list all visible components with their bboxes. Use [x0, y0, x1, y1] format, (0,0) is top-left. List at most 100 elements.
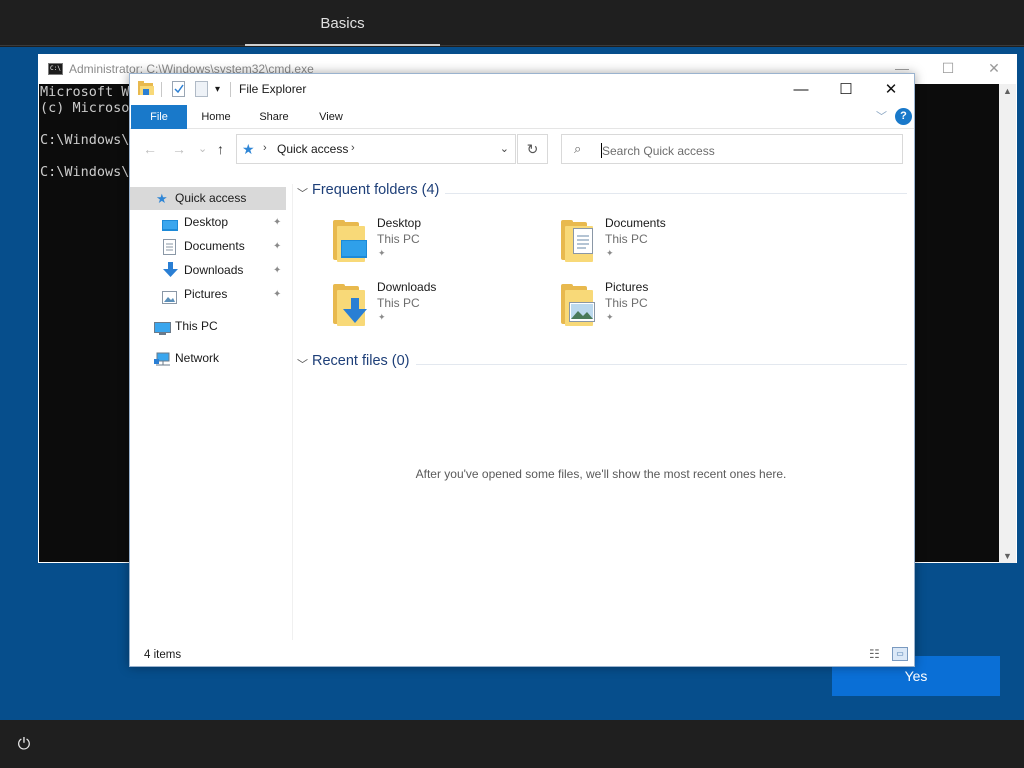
recent-files-header[interactable]: ﹀ Recent files (0): [295, 353, 907, 375]
expand-ribbon-icon[interactable]: ﹀: [876, 108, 887, 124]
explorer-title: File Explorer: [239, 82, 307, 96]
folder-tile-documents[interactable]: Documents This PC ✦: [559, 216, 779, 274]
maximize-button[interactable]: ☐: [823, 74, 869, 105]
folder-icon: [331, 220, 367, 265]
search-icon: ⌕: [574, 141, 582, 156]
refresh-button[interactable]: ↻: [517, 134, 548, 164]
downloads-badge-icon: [343, 298, 367, 329]
sidebar-item-documents[interactable]: Documents ✦: [130, 235, 286, 258]
pictures-icon: [162, 288, 177, 311]
minimize-button[interactable]: —: [778, 74, 824, 105]
cmd-close-button[interactable]: ✕: [971, 55, 1017, 84]
folder-location: This PC: [377, 296, 420, 310]
this-pc-icon: [154, 320, 171, 343]
content-pane: ﹀ Frequent folders (4) Desktop This PC ✦…: [295, 178, 911, 638]
pin-icon: ✦: [606, 248, 614, 258]
folder-tile-pictures[interactable]: Pictures This PC ✦: [559, 280, 779, 338]
sidebar-item-network[interactable]: Network: [130, 347, 286, 370]
sidebar-item-desktop[interactable]: Desktop ✦: [130, 211, 286, 234]
cmd-maximize-button[interactable]: ☐: [925, 55, 971, 84]
search-input[interactable]: ⌕ Search Quick access: [561, 134, 903, 164]
pane-divider[interactable]: [292, 184, 293, 640]
recent-locations-icon[interactable]: ⌄: [198, 142, 207, 155]
oobe-footer: [0, 720, 1024, 768]
group-title: Recent files (0): [312, 353, 410, 369]
desktop-badge-icon: [341, 240, 367, 265]
scroll-up-icon[interactable]: ▲: [999, 86, 1016, 96]
explorer-titlebar[interactable]: ▾ File Explorer — ☐ ✕: [130, 74, 914, 105]
chevron-down-icon[interactable]: ﹀: [297, 356, 308, 372]
pin-icon: ✦: [378, 312, 386, 322]
power-icon[interactable]: ⏻: [14, 735, 34, 755]
oobe-header: Basics: [0, 0, 1024, 46]
folder-tile-desktop[interactable]: Desktop This PC ✦: [331, 216, 551, 274]
pin-icon: ✦: [606, 312, 614, 322]
tab-home[interactable]: Home: [190, 105, 242, 129]
tab-basics[interactable]: Basics: [245, 0, 440, 46]
chevron-right-icon[interactable]: ›: [351, 142, 355, 154]
sidebar-item-pictures[interactable]: Pictures ✦: [130, 283, 286, 306]
chevron-down-icon[interactable]: ﹀: [297, 185, 308, 201]
sidebar-item-label: This PC: [175, 319, 218, 333]
help-icon[interactable]: ?: [895, 108, 912, 125]
cmd-icon: C:\: [48, 63, 63, 75]
quick-access-icon: ★: [242, 141, 255, 157]
navigation-pane: ★ Quick access Desktop ✦ Documents ✦ Dow…: [130, 184, 288, 644]
folder-name: Pictures: [605, 280, 649, 294]
pin-icon[interactable]: ✦: [273, 259, 281, 282]
divider: [230, 82, 231, 97]
group-divider: [445, 193, 907, 194]
details-view-icon[interactable]: ☷: [869, 647, 880, 661]
pin-icon[interactable]: ✦: [273, 211, 281, 234]
group-divider: [416, 364, 907, 365]
new-folder-icon[interactable]: [195, 81, 209, 98]
address-bar[interactable]: ★ › Quick access › ⌄: [236, 134, 516, 164]
search-placeholder: Search Quick access: [602, 144, 715, 158]
folder-icon: [559, 220, 593, 262]
sidebar-item-label: Pictures: [184, 287, 228, 301]
pin-icon[interactable]: ✦: [273, 235, 281, 258]
pin-icon: ✦: [378, 248, 386, 258]
customize-toolbar-icon[interactable]: ▾: [215, 81, 220, 98]
sidebar-item-quick-access[interactable]: ★ Quick access: [130, 187, 286, 210]
tab-view[interactable]: View: [305, 105, 357, 129]
folder-icon: [138, 81, 154, 98]
properties-icon[interactable]: [172, 81, 186, 98]
divider: [161, 82, 162, 97]
sidebar-item-this-pc[interactable]: This PC: [130, 315, 286, 338]
sidebar-item-label: Downloads: [184, 263, 244, 277]
forward-icon[interactable]: →: [172, 141, 186, 157]
breadcrumb[interactable]: Quick access: [277, 142, 348, 156]
file-explorer-window[interactable]: ▾ File Explorer — ☐ ✕ File Home Share Vi…: [129, 73, 915, 667]
scroll-down-icon[interactable]: ▼: [999, 551, 1016, 561]
folder-tile-downloads[interactable]: Downloads This PC ✦: [331, 280, 551, 338]
navigation-bar: ← → ⌄ ↑ ★ › Quick access › ⌄ ↻ ⌕ Search …: [130, 129, 914, 169]
network-icon: [154, 351, 171, 374]
sidebar-item-label: Network: [175, 351, 220, 365]
close-button[interactable]: ✕: [868, 74, 914, 105]
sidebar-item-downloads[interactable]: Downloads ✦: [130, 259, 286, 282]
large-icons-view-icon[interactable]: ▭: [892, 647, 908, 661]
chevron-right-icon[interactable]: ›: [263, 142, 267, 154]
documents-badge-icon: [573, 228, 593, 259]
empty-state-message: After you've opened some files, we'll sh…: [415, 467, 787, 481]
folder-location: This PC: [605, 296, 648, 310]
folder-name: Downloads: [377, 280, 437, 294]
folder-location: This PC: [377, 232, 420, 246]
cmd-scrollbar[interactable]: ▲ ▼: [999, 84, 1016, 563]
item-count: 4 items: [144, 649, 182, 661]
frequent-folders-header[interactable]: ﹀ Frequent folders (4): [295, 182, 907, 204]
up-icon[interactable]: ↑: [217, 141, 224, 157]
tab-underline: [245, 44, 440, 46]
tab-file[interactable]: File: [131, 105, 187, 129]
folder-name: Documents: [605, 216, 666, 230]
pin-icon[interactable]: ✦: [273, 283, 281, 306]
downloads-icon: [163, 262, 178, 285]
folder-location: This PC: [605, 232, 648, 246]
star-icon: ★: [156, 191, 168, 206]
tab-share[interactable]: Share: [248, 105, 300, 129]
ribbon: File Home Share View ﹀ ?: [130, 105, 914, 129]
sidebar-item-label: Desktop: [184, 215, 229, 229]
back-icon[interactable]: ←: [143, 141, 157, 157]
chevron-down-icon[interactable]: ⌄: [500, 142, 509, 155]
